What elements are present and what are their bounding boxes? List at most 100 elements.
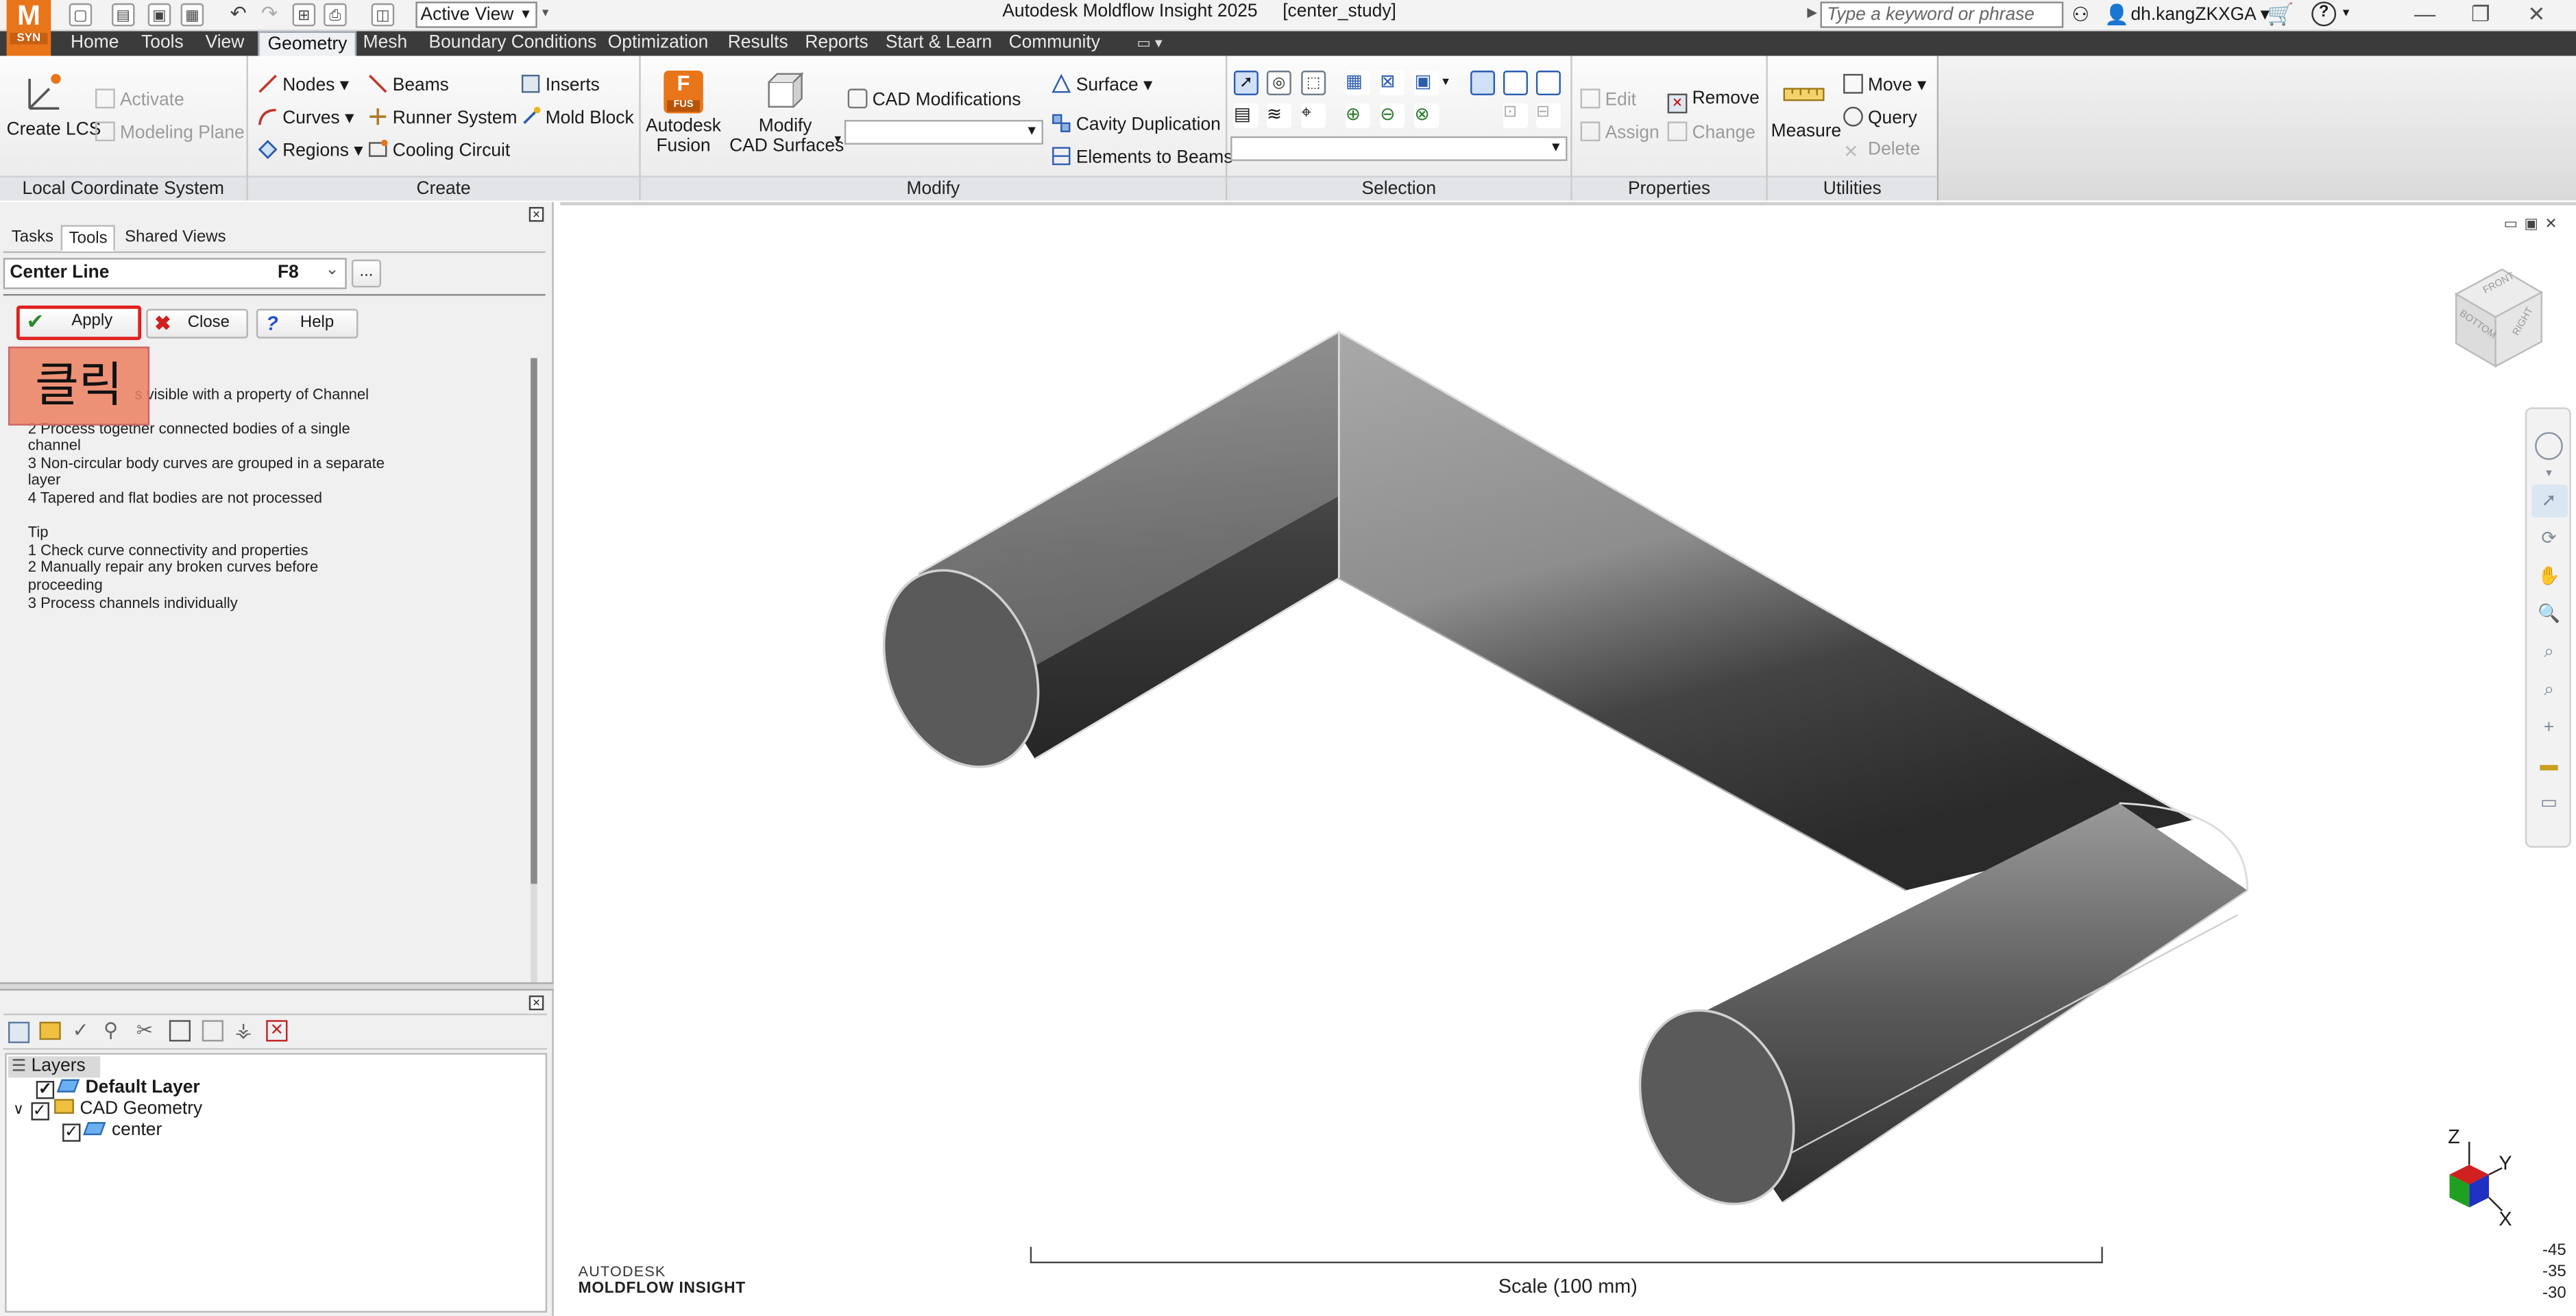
select-circle-icon[interactable]: ◎ [1266, 71, 1291, 96]
layer-checkbox[interactable]: ✓ [36, 1081, 55, 1099]
help-icon[interactable]: ? [2311, 1, 2337, 27]
delete-button[interactable]: ✕ Delete [1843, 140, 1920, 164]
rotate-icon[interactable]: ⟳ [2537, 529, 2562, 550]
redo-icon[interactable]: ↷ [258, 3, 281, 27]
select-connected-icon[interactable]: ⊠ [1380, 71, 1405, 96]
cavity-duplication-button[interactable]: Cavity Duplication [1052, 113, 1221, 135]
tab-geometry[interactable]: Geometry [258, 31, 357, 56]
tool-more-button[interactable]: ... [351, 259, 382, 288]
close-tools-panel-icon[interactable]: × [528, 206, 544, 222]
new-layer-icon[interactable] [8, 1021, 30, 1043]
help-scrollbar-track[interactable] [531, 358, 537, 983]
tab-mesh[interactable]: Mesh [355, 32, 415, 56]
save-as-icon[interactable]: ▦ [180, 3, 204, 27]
remove-layer-icon[interactable]: ✕ [266, 1020, 288, 1042]
layer-item-center[interactable]: ✓ center [62, 1121, 162, 1142]
tab-community[interactable]: Community [1001, 32, 1108, 56]
zoom-extents-icon[interactable]: ⌕ [2537, 680, 2562, 701]
assign-button[interactable]: Assign [1580, 121, 1660, 143]
help-scrollbar-thumb[interactable] [531, 358, 537, 884]
select-window-dropdown-icon[interactable]: ▾ [1442, 74, 1449, 89]
select-cursor-icon[interactable]: ➚ [2537, 491, 2562, 513]
cart-icon[interactable]: 🛒 [2267, 1, 2294, 27]
modeling-plane-button[interactable]: Modeling Plane [95, 121, 245, 143]
edit-button[interactable]: Edit [1580, 88, 1636, 110]
move-button[interactable]: Move ▾ [1843, 73, 1926, 95]
select-mode-2-icon[interactable] [1503, 71, 1528, 96]
binoculars-icon[interactable]: ⚇ [2071, 3, 2089, 27]
autodesk-fusion-button[interactable]: F FUS Autodesk Fusion [646, 71, 721, 156]
layer-item-cad-geometry[interactable]: ∨ ✓ CAD Geometry [13, 1099, 202, 1121]
measure-button[interactable]: Measure [1771, 75, 1841, 141]
minimize-icon[interactable]: — [2402, 1, 2448, 27]
pan-icon[interactable]: ✋ [2537, 567, 2562, 588]
change-button[interactable]: Change [1667, 121, 1755, 143]
apply-button[interactable]: ✔ Apply [16, 305, 142, 341]
save-icon[interactable]: ▣ [147, 3, 171, 27]
assign-layer-icon[interactable] [169, 1020, 191, 1042]
cad-modifications-button[interactable]: CAD Modifications [847, 88, 1021, 110]
query-button[interactable]: Query [1843, 106, 1917, 128]
select-remove-icon[interactable]: ⊟ [1535, 103, 1561, 128]
tab-boundary-conditions[interactable]: Boundary Conditions [421, 32, 605, 56]
select-expand-icon[interactable]: ⊕ [1345, 103, 1370, 128]
nodes-button[interactable]: Nodes ▾ [258, 74, 349, 95]
select-stack-icon[interactable]: ≋ [1266, 103, 1291, 128]
close-layers-panel-icon[interactable]: × [528, 995, 544, 1010]
open-icon[interactable]: ▤ [111, 3, 135, 27]
help-dropdown-icon[interactable]: ▾ [2343, 5, 2350, 20]
help-button[interactable]: ? Help [256, 308, 359, 339]
modify-dropdown-icon[interactable]: ▾ [835, 132, 842, 147]
create-lcs-button[interactable]: Create LCS [7, 69, 101, 140]
mold-block-button[interactable]: Mold Block [521, 106, 634, 128]
select-mode-3-icon[interactable] [1535, 71, 1561, 96]
select-filter-icon[interactable]: ⌖ [1301, 103, 1326, 128]
center-icon[interactable]: + [2537, 718, 2562, 739]
zoom-icon[interactable]: 🔍 [2537, 605, 2562, 626]
view-cube[interactable]: FRONT BOTTOM RIGHT [2443, 265, 2548, 376]
tab-start-learn[interactable]: Start & Learn [877, 32, 1000, 56]
select-box-icon[interactable]: ⬚ [1301, 71, 1326, 96]
layer-checkbox[interactable]: ✓ [30, 1102, 49, 1121]
close-button[interactable]: ✖ Close [146, 308, 248, 339]
selection-filter-combo[interactable]: ▼ [1230, 136, 1568, 161]
user-name[interactable]: dh.kangZKXGA ▾ [2131, 3, 2270, 25]
search-input[interactable]: Type a keyword or phrase [1820, 1, 2064, 28]
layer-item-default[interactable]: ✓ Default Layer [36, 1077, 200, 1099]
cooling-circuit-button[interactable]: Cooling Circuit [368, 139, 510, 161]
active-view-select[interactable]: Active View ▼ [415, 1, 537, 28]
tool-select[interactable]: Center Line F8 ⌄ [3, 258, 347, 289]
undo-icon[interactable]: ↶ [227, 3, 250, 27]
tab-tools-panel[interactable]: Tools [60, 225, 116, 252]
model-viewport[interactable]: ▭▣✕ FRONT BOTTOM RIGHT Scale (100 mm) AU… [560, 202, 2576, 1316]
select-arrow-icon[interactable]: ➚ [1233, 71, 1259, 96]
close-window-icon[interactable]: ✕ [2514, 1, 2560, 27]
tab-optimization[interactable]: Optimization [600, 32, 717, 56]
search-expand-icon[interactable]: ▶ [1807, 5, 1817, 20]
tab-tasks[interactable]: Tasks [5, 225, 60, 251]
folder-icon[interactable] [39, 1021, 61, 1040]
select-shrink-icon[interactable]: ⊖ [1380, 103, 1405, 128]
panel-splitter[interactable] [0, 982, 554, 991]
select-layer-icon[interactable]: ▤ [1233, 103, 1259, 128]
elements-to-beams-button[interactable]: Elements to Beams [1052, 146, 1232, 167]
select-invert-icon[interactable]: ⊗ [1414, 103, 1439, 128]
remove-button[interactable]: ✕ Remove [1667, 88, 1760, 114]
tab-view[interactable]: View [197, 32, 253, 56]
regions-button[interactable]: Regions ▾ [258, 140, 363, 161]
zoom-window-icon[interactable]: ⌕ [2537, 642, 2562, 663]
curves-button[interactable]: Curves ▾ [258, 107, 354, 128]
beams-button[interactable]: Beams [368, 74, 449, 95]
select-add-icon[interactable]: ⊡ [1503, 103, 1528, 128]
ribbon-options-icon[interactable]: ▭ ▾ [1137, 34, 1177, 52]
steering-wheel-icon[interactable] [2535, 432, 2563, 461]
inserts-button[interactable]: Inserts [521, 74, 600, 95]
app-menu-button[interactable]: M SYN [6, 0, 51, 56]
wheel-dropdown-icon[interactable]: ▾ [2537, 463, 2562, 485]
customize-qa-icon[interactable]: ▾ [542, 5, 555, 25]
expand-chevron-icon[interactable]: ∨ [13, 1101, 24, 1117]
restore-icon[interactable]: ❐ [2457, 1, 2503, 27]
view-settings-icon[interactable]: ◫ [371, 3, 395, 27]
clean-layers-icon[interactable]: ⚶ [235, 1019, 252, 1042]
select-region-icon[interactable]: ▦ [1345, 71, 1370, 96]
